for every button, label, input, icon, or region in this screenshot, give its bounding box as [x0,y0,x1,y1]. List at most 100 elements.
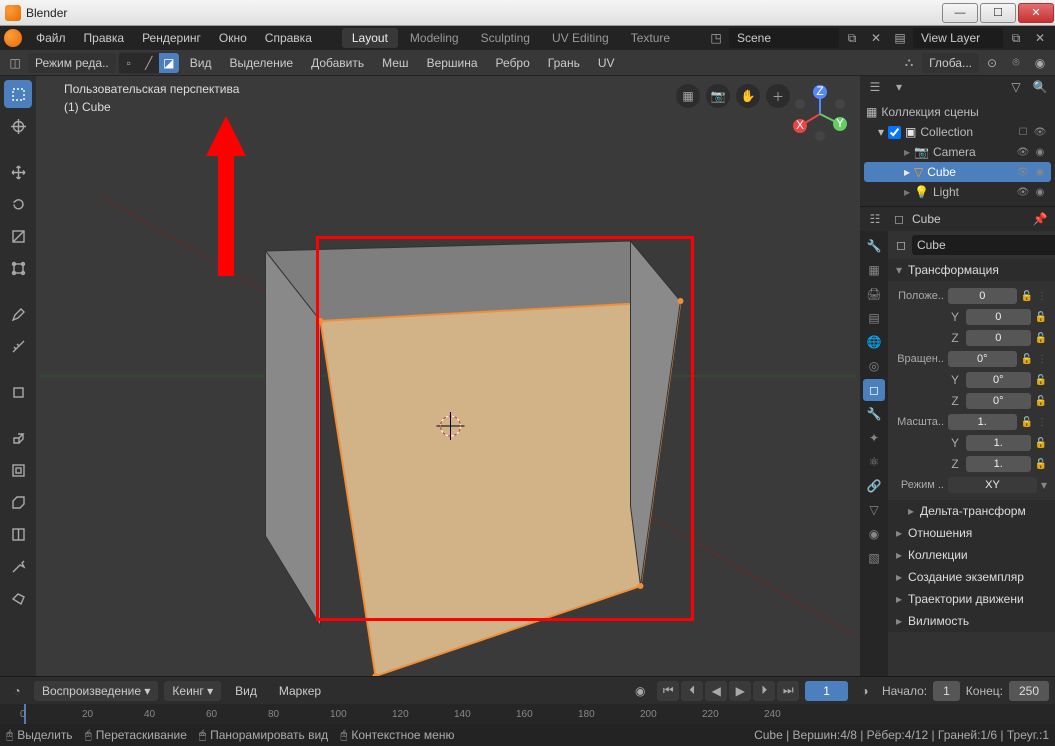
rotation-z-field[interactable]: 0° [966,393,1031,409]
properties-tab-output[interactable]: 🖨 [863,283,885,305]
viewport-camera-button[interactable]: ▦ [676,84,700,108]
jump-start-button[interactable]: ⏮ [657,681,679,701]
proportional-icon[interactable]: ◉ [1031,54,1049,72]
orientation-dropdown[interactable]: Глоба... [922,53,979,73]
toggle-hide-icon[interactable]: 👁 [1033,125,1047,139]
play-reverse-button[interactable]: ◀ [705,681,727,701]
menu-help[interactable]: Справка [257,28,320,48]
menu-render[interactable]: Рендеринг [134,28,209,48]
viewport-zoom-button[interactable]: ＋ [766,84,790,108]
workspace-sculpting[interactable]: Sculpting [471,28,540,48]
menu-file[interactable]: Файл [28,28,74,48]
outliner-filter-icon[interactable]: ▽ [1007,78,1025,96]
lock-icon[interactable]: 🔓 [1035,438,1047,449]
outliner-item-label[interactable]: Camera [933,145,976,159]
panel-instancing[interactable]: Создание экземпляр [888,566,1055,588]
properties-tab-viewlayer[interactable]: ▤ [863,307,885,329]
outliner-editor-icon[interactable]: ☰ [866,78,884,96]
tool-menu-add[interactable]: Добавить [303,53,372,73]
keyframe-prev-button[interactable]: ⏴ [681,681,703,701]
workspace-layout[interactable]: Layout [342,28,398,48]
tool-rotate[interactable] [4,190,32,218]
outliner-search-icon[interactable]: 🔍 [1031,78,1049,96]
menu-edit[interactable]: Правка [76,28,133,48]
properties-editor-icon[interactable]: ☷ [866,210,884,228]
properties-tab-data[interactable]: ▽ [863,499,885,521]
viewport-3d[interactable]: Пользовательская перспектива (1) Cube ▦ … [36,76,860,676]
vertex-select-mode[interactable]: ▫ [119,53,139,73]
tool-annotate[interactable] [4,300,32,328]
scale-y-field[interactable]: 1. [966,435,1031,451]
timeline-editor-icon[interactable]: ◔ [8,682,26,700]
autokey-icon[interactable]: ◉ [631,682,649,700]
window-minimize-button[interactable]: — [942,3,978,23]
chevron-right-icon[interactable]: ▸ [904,185,910,199]
scene-close-icon[interactable]: ✕ [867,29,885,47]
browse-viewlayer-icon[interactable]: ▤ [891,29,909,47]
playback-dropdown[interactable]: Воспроизведение ▾ [34,681,158,701]
timeline-view-menu[interactable]: Вид [227,681,265,701]
lock-icon[interactable]: 🔓 [1035,312,1047,323]
jump-end-button[interactable]: ⏭ [777,681,799,701]
properties-tab-particles[interactable]: ✦ [863,427,885,449]
keyframe-next-button[interactable]: ⏵ [753,681,775,701]
tool-add-cube[interactable] [4,378,32,406]
menu-window[interactable]: Окно [211,28,255,48]
panel-transform[interactable]: Трансформация [888,259,1055,281]
outliner-display-mode-icon[interactable]: ▾ [890,78,908,96]
lock-icon[interactable]: 🔓 [1021,291,1033,302]
end-frame-field[interactable]: 250 [1009,681,1049,701]
tool-menu-vertex[interactable]: Вершина [419,53,486,73]
lock-icon[interactable]: 🔓 [1035,333,1047,344]
keying-dropdown[interactable]: Кеинг ▾ [164,681,221,701]
tool-inset[interactable] [4,456,32,484]
chevron-right-icon[interactable]: ▸ [904,165,910,179]
properties-tab-physics[interactable]: ⚛ [863,451,885,473]
navigation-gizmo[interactable]: X Y Z [790,84,850,144]
collection-label[interactable]: Collection [920,125,973,139]
tool-knife[interactable] [4,552,32,580]
chevron-down-icon[interactable]: ▾ [878,125,884,139]
tool-transform[interactable] [4,254,32,282]
scale-x-field[interactable]: 1. [948,414,1017,430]
workspace-uv-editing[interactable]: UV Editing [542,28,619,48]
panel-motion[interactable]: Траектории движени [888,588,1055,610]
tool-measure[interactable] [4,332,32,360]
face-select-mode[interactable]: ◪ [159,53,179,73]
toggle-restrict-icon[interactable]: ◉ [1033,145,1047,159]
tool-extrude[interactable] [4,424,32,452]
rotation-mode-dropdown[interactable]: XY [948,477,1037,493]
properties-tab-object[interactable]: ◻ [863,379,885,401]
tool-scale[interactable] [4,222,32,250]
tool-loopcut[interactable] [4,520,32,548]
properties-tab-scene[interactable]: 🌐 [863,331,885,353]
panel-collections[interactable]: Коллекции [888,544,1055,566]
viewport-pan-button[interactable]: ✋ [736,84,760,108]
chevron-right-icon[interactable]: ▸ [904,145,910,159]
tool-menu-select[interactable]: Выделение [221,53,301,73]
scene-name-input[interactable] [729,28,839,48]
location-y-field[interactable]: 0 [966,309,1031,325]
tool-polybuild[interactable] [4,584,32,612]
tool-cursor[interactable] [4,112,32,140]
start-frame-field[interactable]: 1 [933,681,960,701]
location-x-field[interactable]: 0 [948,288,1017,304]
toggle-hide-icon[interactable]: 👁 [1016,145,1030,159]
tool-menu-mesh[interactable]: Меш [374,53,416,73]
scene-collection-label[interactable]: Коллекция сцены [881,105,978,119]
panel-visibility[interactable]: Вилимость [888,610,1055,632]
panel-delta[interactable]: Дельта-трансформ [888,500,1055,522]
lock-icon[interactable]: 🔓 [1021,417,1033,428]
location-z-field[interactable]: 0 [966,330,1031,346]
toggle-hide-icon[interactable]: 👁 [1016,185,1030,199]
toggle-hide-icon[interactable]: 👁 [1016,165,1030,179]
snap-icon[interactable]: ⌾ [1007,54,1025,72]
tool-menu-face[interactable]: Грань [540,53,588,73]
viewlayer-copy-icon[interactable]: ⧉ [1007,29,1025,47]
tool-menu-edge[interactable]: Ребро [488,53,538,73]
collection-enable-checkbox[interactable] [888,126,901,139]
pin-icon[interactable]: 📌 [1031,210,1049,228]
workspace-texture[interactable]: Texture [621,28,680,48]
rotation-x-field[interactable]: 0° [948,351,1017,367]
tool-box-select[interactable] [4,80,32,108]
